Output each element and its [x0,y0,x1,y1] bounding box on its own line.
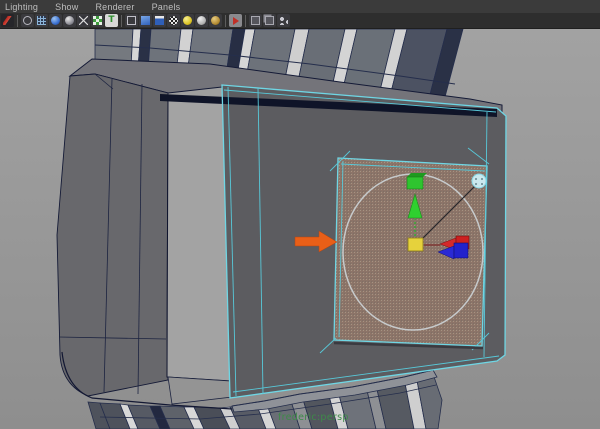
viewport-3d[interactable]: frederic:persp [0,29,600,429]
toolbar-icons [1,14,290,27]
orientation-toggle-icon[interactable] [471,173,487,189]
default-material-icon[interactable] [77,14,90,27]
texture-editor-icon[interactable] [105,14,118,27]
case-opening [166,96,232,382]
isolate-select-icon[interactable] [229,14,242,27]
default-light-icon[interactable] [195,14,208,27]
checker-texture-icon[interactable] [91,14,104,27]
toolbar-separator [121,14,122,27]
all-lights-icon[interactable] [181,14,194,27]
textured-cube-icon[interactable] [153,14,166,27]
toolbar-separator [17,14,18,27]
textured-display-icon[interactable] [63,14,76,27]
shaded-display-icon[interactable] [49,14,62,27]
toolbar-separator [225,14,226,27]
case-left-pillar [56,73,169,397]
shaded-cube-icon[interactable] [139,14,152,27]
bounding-box-icon[interactable] [125,14,138,27]
frame-object-icon[interactable] [263,14,276,27]
wireframe-display-icon[interactable] [21,14,34,27]
hypergraph-icon[interactable] [277,14,290,27]
center-handle[interactable] [407,237,424,252]
y-scale-box[interactable] [406,176,424,190]
camera-name-label: frederic:persp [278,412,349,423]
panel-toolbar [0,13,600,29]
menu-show[interactable]: Show [55,2,78,12]
menu-renderer[interactable]: Renderer [95,2,134,12]
ambient-light-icon[interactable] [209,14,222,27]
panel-menu-bar: Lighting Show Renderer Panels [0,0,600,13]
toolbar-separator [245,14,246,27]
dither-icon[interactable] [167,14,180,27]
grid-display-icon[interactable] [35,14,48,27]
maya-viewport-panel: Lighting Show Renderer Panels T frederic… [0,0,600,429]
menu-panels[interactable]: Panels [152,2,181,12]
z-scale-box[interactable] [453,242,469,259]
menu-lighting[interactable]: Lighting [5,2,38,12]
camera-select-icon[interactable] [1,14,14,27]
viewport-canvas: frederic:persp [0,29,600,429]
scene-object-icon[interactable] [249,14,262,27]
